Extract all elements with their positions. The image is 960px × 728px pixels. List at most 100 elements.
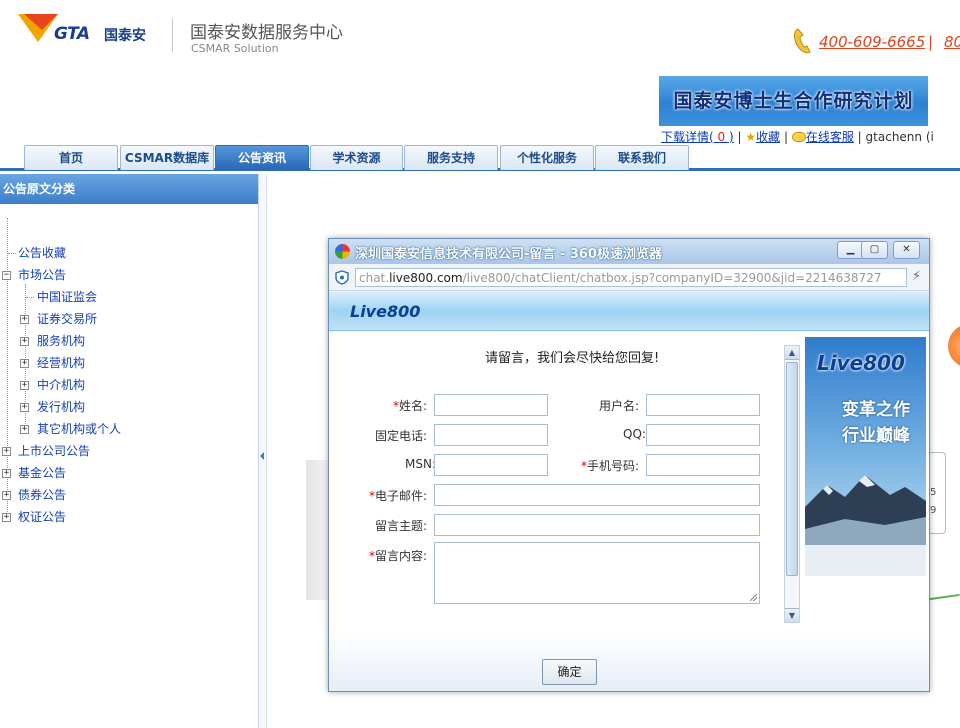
- mobile-field[interactable]: [646, 454, 760, 476]
- popup-title: 深圳国泰安信息技术有限公司-留言 - 360极速浏览器: [355, 247, 662, 262]
- expand-icon[interactable]: +: [20, 337, 29, 346]
- browser-360-icon: [335, 244, 350, 259]
- favorite-link[interactable]: 收藏: [756, 130, 780, 144]
- expand-icon[interactable]: +: [2, 513, 11, 522]
- gta-logo[interactable]: GTA 国泰安: [18, 14, 158, 48]
- minimize-button[interactable]: ▁: [837, 241, 864, 259]
- lightning-icon[interactable]: ⚡: [912, 269, 921, 284]
- tab-personalized-service[interactable]: 个性化服务: [500, 145, 594, 170]
- logo-cn: 国泰安: [104, 28, 146, 44]
- confirm-button[interactable]: 确定: [542, 659, 597, 685]
- tab-announcements[interactable]: 公告资讯: [215, 145, 309, 170]
- form-title: 请留言，我们会尽快给您回复!: [485, 351, 660, 366]
- security-shield-icon[interactable]: [335, 270, 349, 285]
- doctoral-program-banner[interactable]: 国泰安博士生合作研究计划: [659, 76, 928, 126]
- logo-text: GTA: [54, 24, 90, 44]
- qq-field[interactable]: [646, 424, 760, 446]
- msn-label: MSN:: [405, 457, 436, 471]
- name-label: *姓名:: [393, 399, 428, 413]
- panel-splitter[interactable]: [259, 174, 267, 728]
- header-divider: [172, 18, 173, 52]
- scroll-down-icon[interactable]: ▼: [785, 608, 799, 622]
- landline-label: 固定电话:: [375, 429, 428, 443]
- tree-item-fund[interactable]: 基金公告: [18, 464, 66, 482]
- popup-footer: 确定: [329, 632, 929, 691]
- tree-item-favorites[interactable]: 公告收藏: [18, 244, 66, 262]
- mountain-illustration: [805, 475, 926, 576]
- tree-item-bond[interactable]: 债券公告: [18, 486, 66, 504]
- tree-item-intermediary[interactable]: 中介机构: [37, 376, 85, 394]
- expand-icon[interactable]: +: [20, 359, 29, 368]
- background-orange-widget: [948, 324, 960, 368]
- expand-icon[interactable]: +: [20, 425, 29, 434]
- hotline-number[interactable]: 400-609-6665: [819, 33, 925, 51]
- background-box-fragment: 5 9: [930, 452, 946, 534]
- background-line-fragment: [929, 593, 960, 607]
- expand-icon[interactable]: +: [2, 469, 11, 478]
- expand-icon[interactable]: +: [20, 381, 29, 390]
- popup-scrollbar[interactable]: ▲ ▼: [784, 345, 800, 623]
- phone-icon: [794, 28, 811, 54]
- hotline-separator: |: [928, 33, 934, 51]
- tree-item-operating-org[interactable]: 经营机构: [37, 354, 85, 372]
- address-bar: chat.live800.com/live800/chatClient/chat…: [329, 264, 929, 291]
- tab-home[interactable]: 首页: [24, 145, 118, 170]
- tree-item-exchange[interactable]: 证券交易所: [37, 310, 97, 328]
- ad-logo: Live800: [817, 351, 905, 375]
- tree-item-listed-company[interactable]: 上市公司公告: [18, 442, 90, 460]
- maximize-button[interactable]: ▢: [861, 241, 888, 259]
- msn-field[interactable]: [434, 454, 548, 476]
- content-textarea[interactable]: [434, 542, 760, 604]
- download-details-link[interactable]: 下载详情( 0 ): [661, 130, 734, 144]
- expand-icon[interactable]: +: [2, 447, 11, 456]
- announcement-category-panel: 公告原文分类 公告收藏 − 市场公告 中国证监会 + 证券交易所 + 服务机构 …: [0, 174, 259, 728]
- expand-icon[interactable]: +: [20, 403, 29, 412]
- ad-slogan-line1: 变革之作: [842, 400, 910, 420]
- live800-ad[interactable]: Live800 变革之作 行业巅峰: [805, 337, 926, 576]
- username-label: 用户名:: [599, 399, 640, 413]
- tab-csmar-database[interactable]: CSMAR数据库: [120, 145, 214, 170]
- name-field[interactable]: [434, 394, 548, 416]
- site-subtitle: CSMAR Solution: [191, 42, 279, 55]
- email-label: *电子邮件:: [369, 489, 428, 503]
- subject-field[interactable]: [434, 514, 760, 536]
- star-icon: ★: [745, 130, 757, 144]
- url-field[interactable]: chat.live800.com/live800/chatClient/chat…: [355, 268, 907, 287]
- tree-item-issuer[interactable]: 发行机构: [37, 398, 85, 416]
- user-name[interactable]: gtachenn (i: [866, 130, 934, 144]
- scroll-thumb[interactable]: [786, 362, 798, 576]
- tree-item-market[interactable]: 市场公告: [18, 266, 66, 284]
- live800-header: Live800: [329, 292, 929, 331]
- tab-academic-resources[interactable]: 学术资源: [310, 145, 403, 170]
- collapse-icon[interactable]: −: [2, 271, 11, 280]
- background-image-fragment: [306, 460, 330, 600]
- mobile-label: *手机号码:: [581, 459, 640, 473]
- email-field[interactable]: [434, 484, 760, 506]
- qq-label: QQ:: [623, 427, 646, 441]
- tab-contact-us[interactable]: 联系我们: [595, 145, 689, 170]
- content-label: *留言内容:: [369, 549, 428, 563]
- expand-icon[interactable]: +: [20, 315, 29, 324]
- scroll-up-icon[interactable]: ▲: [785, 346, 799, 360]
- tree-item-service-org[interactable]: 服务机构: [37, 332, 85, 350]
- gta-logo-icon: [18, 14, 58, 42]
- hotline-number-2[interactable]: 80: [944, 33, 960, 51]
- site-title: 国泰安数据服务中心: [190, 23, 343, 43]
- popup-titlebar[interactable]: 深圳国泰安信息技术有限公司-留言 - 360极速浏览器 ▁ ▢ ✕: [329, 239, 929, 264]
- landline-field[interactable]: [434, 424, 548, 446]
- tab-service-support[interactable]: 服务支持: [404, 145, 498, 170]
- tree-item-csrc[interactable]: 中国证监会: [37, 288, 97, 306]
- collapse-arrow-icon[interactable]: [260, 452, 264, 460]
- tree-item-warrant[interactable]: 权证公告: [18, 508, 66, 526]
- ad-slogan-line2: 行业巅峰: [842, 426, 910, 446]
- chat-bubble-icon: [791, 132, 806, 142]
- subject-label: 留言主题:: [375, 519, 428, 533]
- leave-message-popup: 深圳国泰安信息技术有限公司-留言 - 360极速浏览器 ▁ ▢ ✕ chat.l…: [328, 238, 930, 692]
- category-panel-title: 公告原文分类: [0, 174, 258, 204]
- live800-logo: Live800: [350, 302, 421, 321]
- tree-item-other-org[interactable]: 其它机构或个人: [37, 420, 121, 438]
- username-field[interactable]: [646, 394, 760, 416]
- expand-icon[interactable]: +: [2, 491, 11, 500]
- close-button[interactable]: ✕: [893, 241, 920, 259]
- online-service-link[interactable]: 在线客服: [806, 130, 854, 144]
